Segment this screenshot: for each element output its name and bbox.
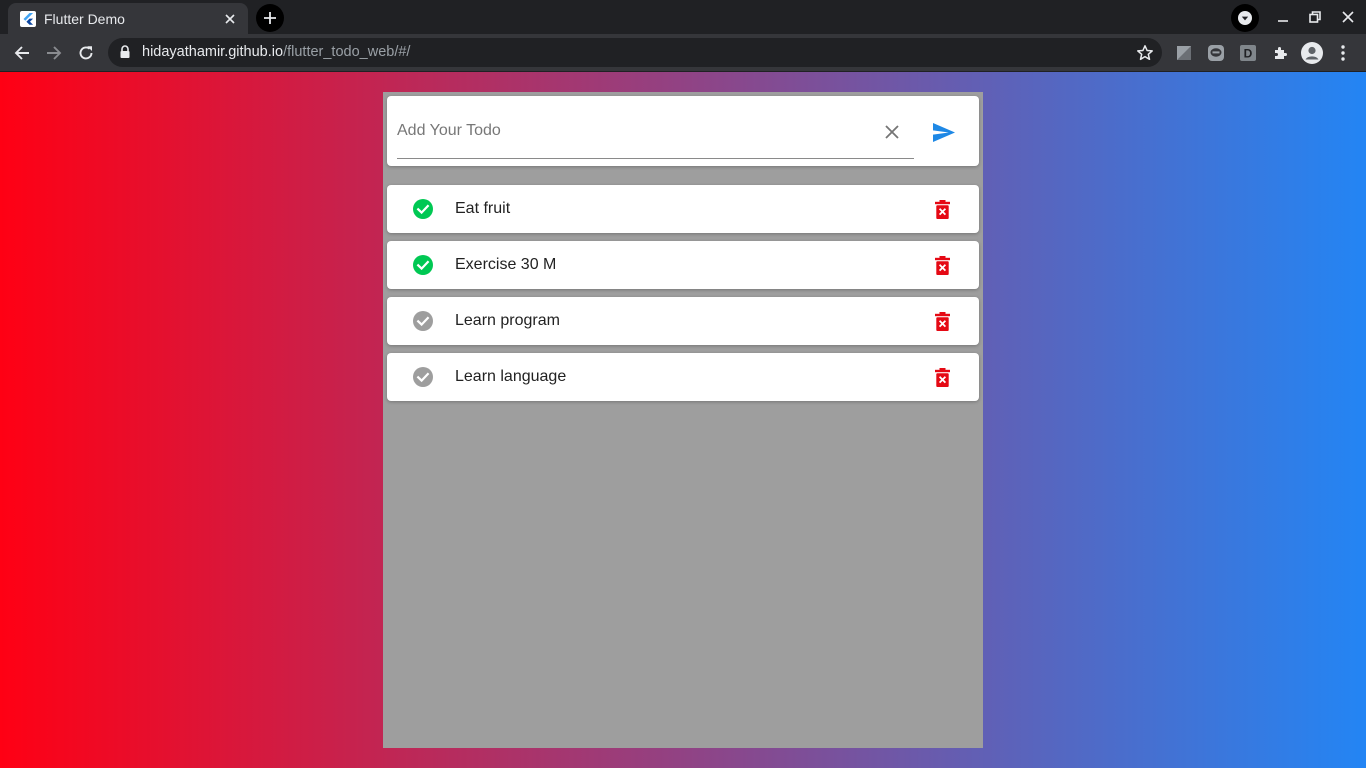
url-text: hidayathamir.github.io/flutter_todo_web/… — [142, 44, 410, 60]
flutter-favicon-icon — [20, 10, 36, 27]
todo-label: Learn language — [455, 368, 567, 385]
bookmark-star-icon[interactable] — [1136, 44, 1154, 62]
browser-tab[interactable]: Flutter Demo — [8, 3, 248, 34]
check-circle-pending-icon[interactable] — [413, 367, 433, 387]
window-close-icon[interactable] — [1340, 9, 1356, 25]
line-icon[interactable] — [1207, 44, 1225, 62]
todo-panel: Eat fruit Exercise 30 M Learn program Learn… — [383, 92, 983, 748]
todo-input[interactable] — [397, 120, 867, 142]
check-circle-done-icon[interactable] — [413, 199, 433, 219]
send-icon[interactable] — [931, 120, 957, 144]
tab-title: Flutter Demo — [44, 10, 125, 27]
minimize-icon[interactable] — [1275, 9, 1291, 25]
todo-item[interactable]: Learn language — [387, 353, 979, 401]
todo-input-field — [397, 96, 914, 159]
todo-item[interactable]: Eat fruit — [387, 185, 979, 233]
page-viewport: Eat fruit Exercise 30 M Learn program Learn… — [0, 72, 1366, 768]
restore-icon[interactable] — [1307, 9, 1323, 25]
todo-item[interactable]: Exercise 30 M — [387, 241, 979, 289]
address-bar[interactable]: hidayathamir.github.io/flutter_todo_web/… — [108, 38, 1162, 67]
clear-icon[interactable] — [883, 123, 901, 141]
check-circle-pending-icon[interactable] — [413, 311, 433, 331]
todo-label: Exercise 30 M — [455, 256, 557, 273]
back-arrow-icon[interactable] — [10, 41, 34, 65]
url-host: hidayathamir.github.io — [142, 44, 284, 60]
kebab-menu-icon[interactable] — [1334, 44, 1352, 62]
forward-arrow-icon[interactable] — [42, 41, 66, 65]
delete-icon[interactable] — [935, 256, 950, 275]
lock-icon — [119, 45, 131, 59]
delete-icon[interactable] — [935, 200, 950, 219]
check-circle-done-icon[interactable] — [413, 255, 433, 275]
todo-list: Eat fruit Exercise 30 M Learn program Learn… — [387, 185, 979, 409]
d-extension-icon[interactable]: D — [1239, 44, 1257, 62]
new-tab-button[interactable] — [256, 4, 284, 32]
url-path: /flutter_todo_web/#/ — [283, 44, 411, 60]
puzzle-icon[interactable] — [1271, 44, 1289, 62]
tab-search-button[interactable] — [1231, 4, 1259, 32]
tab-strip: Flutter Demo — [0, 0, 1366, 34]
delete-icon[interactable] — [935, 368, 950, 387]
todo-label: Eat fruit — [455, 200, 511, 217]
reload-icon[interactable] — [74, 41, 98, 65]
delete-icon[interactable] — [935, 312, 950, 331]
todo-label: Learn program — [455, 312, 560, 329]
extension-icon[interactable] — [1175, 44, 1193, 62]
tab-close-icon[interactable] — [222, 11, 238, 27]
browser-toolbar: hidayathamir.github.io/flutter_todo_web/… — [0, 34, 1366, 72]
profile-icon[interactable] — [1301, 42, 1323, 64]
extension-d-letter: D — [1244, 47, 1253, 61]
todo-item[interactable]: Learn program — [387, 297, 979, 345]
add-todo-card — [387, 96, 979, 166]
